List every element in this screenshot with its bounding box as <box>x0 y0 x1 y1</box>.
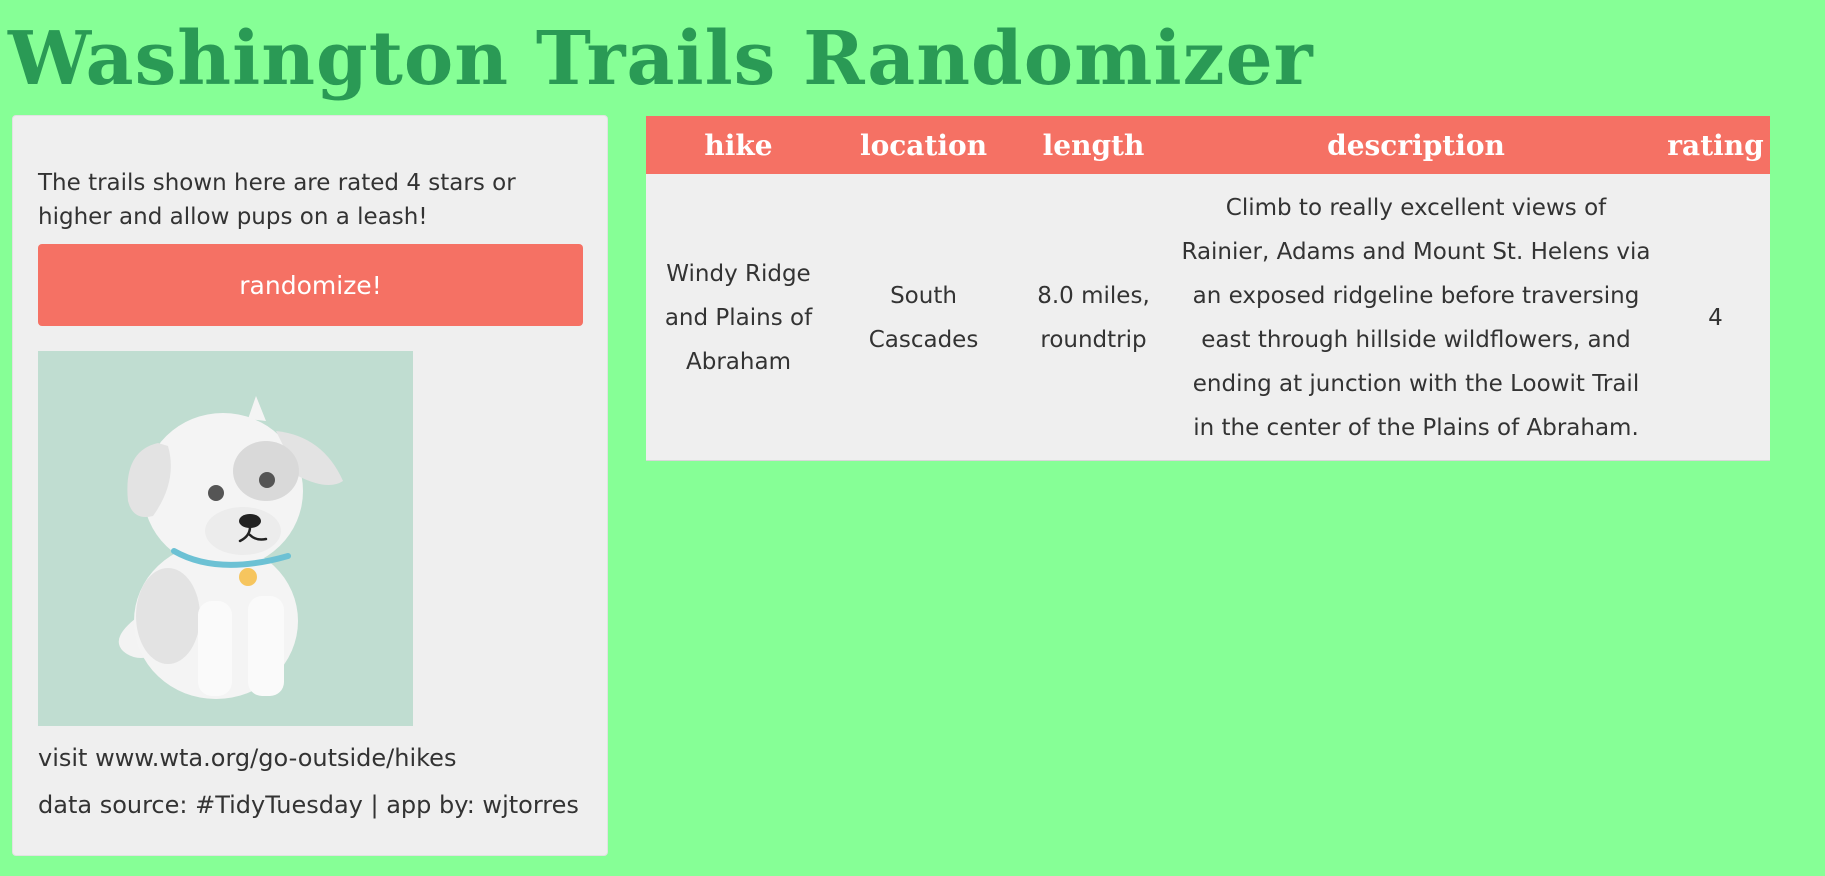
column-header-hike[interactable]: hike <box>646 116 831 174</box>
table-header-row: hike location length description rating <box>646 116 1770 174</box>
visit-link[interactable]: visit www.wta.org/go-outside/hikes <box>38 741 456 775</box>
hike-cell: Windy Ridge and Plains of Abraham <box>646 174 831 461</box>
puppy-image <box>38 351 413 726</box>
rating-cell: 4 <box>1661 174 1770 461</box>
location-cell: South Cascades <box>831 174 1016 461</box>
column-header-location[interactable]: location <box>831 116 1016 174</box>
description-cell: Climb to really excellent views of Raini… <box>1171 174 1661 461</box>
intro-text: The trails shown here are rated 4 stars … <box>38 170 516 230</box>
table-row: Windy Ridge and Plains of Abraham South … <box>646 174 1770 461</box>
trail-table: hike location length description rating … <box>646 116 1770 461</box>
length-cell: 8.0 miles, roundtrip <box>1016 174 1171 461</box>
randomize-button[interactable]: randomize! <box>38 244 583 326</box>
page-title: Washington Trails Randomizer <box>8 16 1314 102</box>
column-header-length[interactable]: length <box>1016 116 1171 174</box>
puppy-illustration-icon <box>118 396 343 699</box>
credit-text: data source: #TidyTuesday | app by: wjto… <box>38 791 579 819</box>
column-header-rating[interactable]: rating <box>1661 116 1770 174</box>
sidebar-panel: The trails shown here are rated 4 stars … <box>12 115 608 856</box>
column-header-description[interactable]: description <box>1171 116 1661 174</box>
